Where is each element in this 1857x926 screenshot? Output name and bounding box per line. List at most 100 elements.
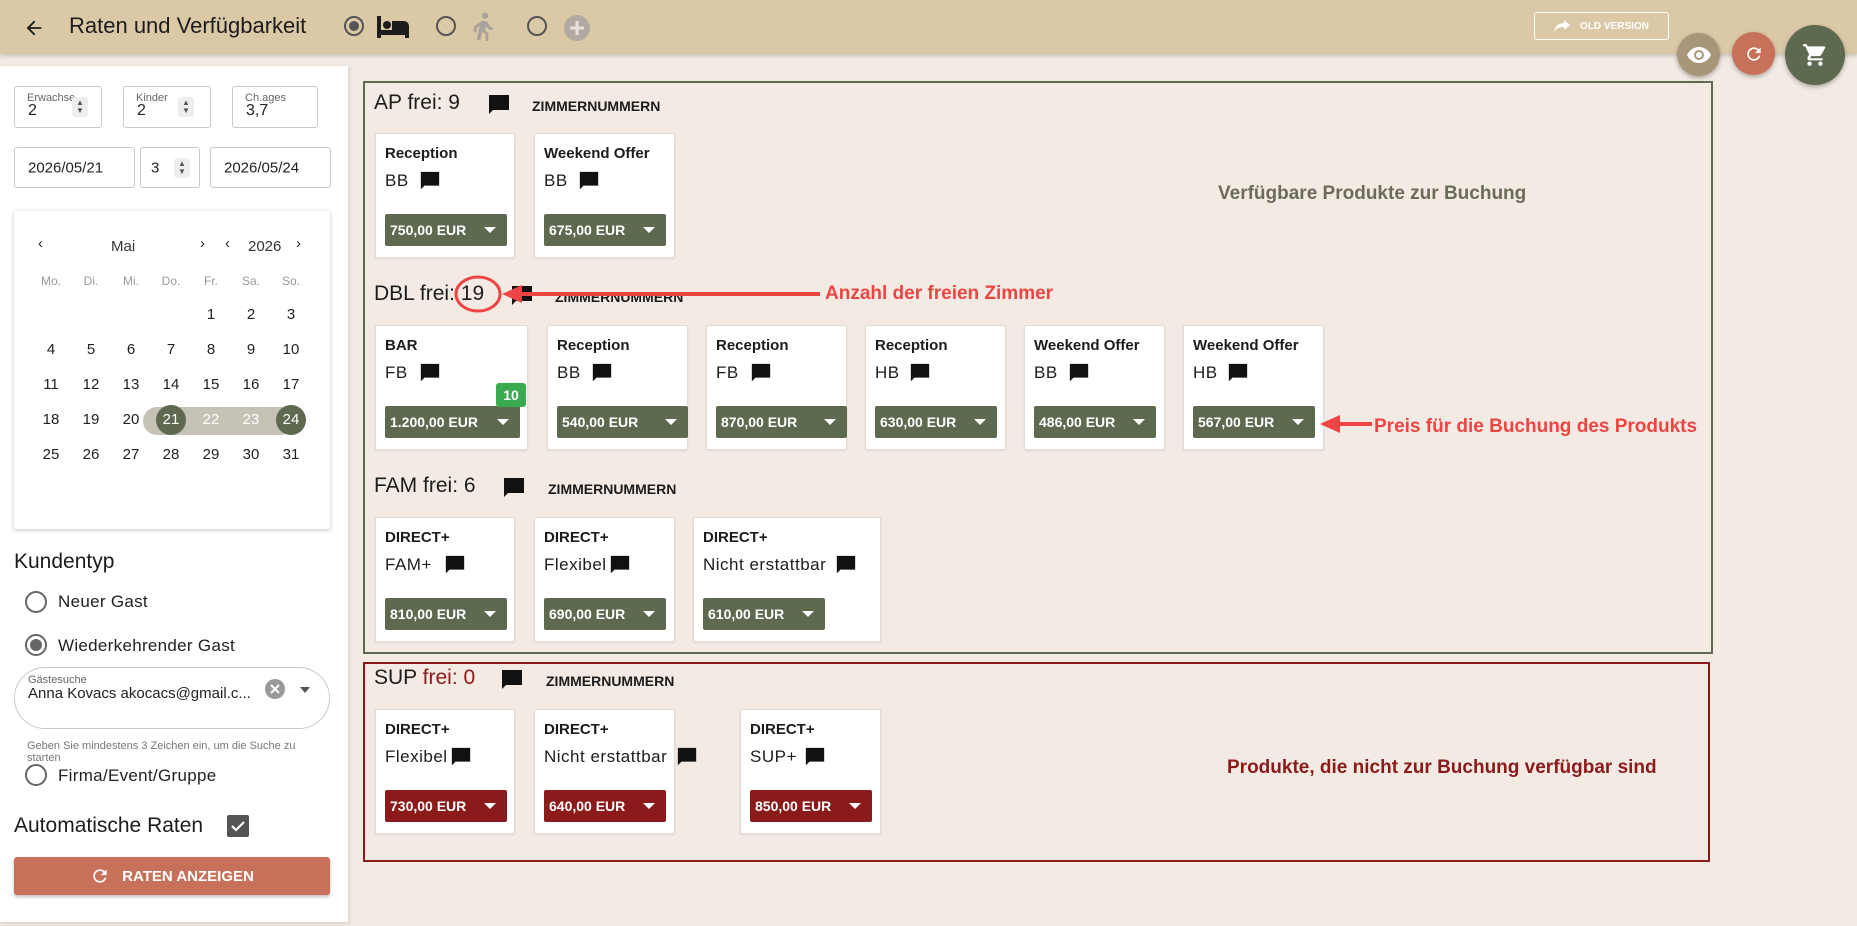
price-dropdown-button[interactable]: 810,00 EUR (385, 598, 507, 630)
calendar-day[interactable]: 25 (36, 440, 66, 470)
message-icon[interactable] (502, 476, 526, 505)
calendar-day[interactable]: 21 (156, 405, 186, 435)
product-card: BAR FB 1.200,00 EUR 10 (375, 325, 528, 450)
calendar-day[interactable]: 23 (236, 405, 266, 435)
guest-search-input[interactable]: Gästesuche Anna Kovacs akocacs@gmail.c..… (14, 667, 330, 729)
calendar-day[interactable]: 3 (276, 300, 306, 330)
board-plan: HB (875, 363, 900, 382)
cart-button[interactable] (1785, 25, 1845, 85)
room-numbers-link[interactable]: ZIMMERNUMMERN (548, 481, 676, 497)
message-icon[interactable] (578, 170, 600, 197)
message-icon[interactable] (1227, 362, 1249, 389)
nights-stepper[interactable]: ▲ ▼ (174, 158, 190, 178)
adults-field[interactable]: Erwachse... 2 ▲ ▼ (14, 86, 102, 128)
mode-radio-activities[interactable] (436, 16, 456, 36)
auto-rates-checkbox[interactable] (227, 815, 249, 837)
price-dropdown-button[interactable]: 567,00 EUR (1193, 406, 1315, 438)
room-numbers-link[interactable]: ZIMMERNUMMERN (555, 289, 683, 305)
prev-month-button[interactable]: ‹ (38, 235, 43, 252)
calendar-day[interactable]: 11 (36, 370, 66, 400)
price-dropdown-button[interactable]: 730,00 EUR (385, 790, 507, 822)
calendar-day[interactable]: 18 (36, 405, 66, 435)
calendar-day[interactable]: 15 (196, 370, 226, 400)
price-dropdown-button[interactable]: 630,00 EUR (875, 406, 997, 438)
message-icon[interactable] (450, 746, 472, 773)
message-icon[interactable] (804, 746, 826, 773)
departure-date-field[interactable]: 2026/05/24 (210, 147, 331, 188)
price-dropdown-button[interactable]: 850,00 EUR (750, 790, 872, 822)
calendar-day[interactable]: 26 (76, 440, 106, 470)
price-dropdown-button[interactable]: 486,00 EUR (1034, 406, 1156, 438)
nights-field[interactable]: 3 ▲ ▼ (140, 147, 200, 188)
preview-button[interactable] (1677, 33, 1720, 76)
calendar-day[interactable]: 31 (276, 440, 306, 470)
price-dropdown-button[interactable]: 610,00 EUR (703, 598, 825, 630)
rate-name: DIRECT+ (544, 721, 609, 738)
refresh-button[interactable] (1732, 32, 1775, 75)
old-version-button[interactable]: OLD VERSION (1534, 12, 1669, 40)
message-icon[interactable] (591, 362, 613, 389)
back-button[interactable] (18, 12, 50, 44)
dropdown-caret-icon[interactable] (300, 687, 310, 693)
calendar-day[interactable]: 9 (236, 335, 266, 365)
company-radio[interactable] (25, 764, 47, 786)
calendar-day[interactable]: 16 (236, 370, 266, 400)
price-dropdown-button[interactable]: 540,00 EUR (557, 406, 688, 438)
room-numbers-link[interactable]: ZIMMERNUMMERN (532, 98, 660, 114)
returning-guest-radio[interactable] (25, 634, 47, 656)
room-numbers-link[interactable]: ZIMMERNUMMERN (546, 673, 674, 689)
message-icon[interactable] (835, 554, 857, 581)
calendar-day[interactable]: 13 (116, 370, 146, 400)
calendar-day[interactable]: 22 (196, 405, 226, 435)
child-ages-field[interactable]: Ch.ages 3,7 (232, 86, 318, 128)
calendar-day[interactable]: 29 (196, 440, 226, 470)
calendar-day[interactable]: 10 (276, 335, 306, 365)
calendar-day[interactable]: 2 (236, 300, 266, 330)
calendar-day[interactable]: 28 (156, 440, 186, 470)
calendar-day[interactable]: 4 (36, 335, 66, 365)
calendar-day[interactable]: 17 (276, 370, 306, 400)
calendar-day[interactable]: 1 (196, 300, 226, 330)
calendar-day[interactable]: 14 (156, 370, 186, 400)
message-icon[interactable] (500, 668, 524, 697)
prev-year-button[interactable]: ‹ (225, 235, 230, 252)
next-month-button[interactable]: › (200, 235, 205, 252)
mode-radio-rooms[interactable] (344, 16, 364, 36)
message-icon[interactable] (676, 746, 698, 773)
message-icon[interactable] (444, 554, 466, 581)
new-guest-radio[interactable] (25, 591, 47, 613)
price-dropdown-button[interactable]: 870,00 EUR (716, 406, 847, 438)
calendar-day[interactable]: 5 (76, 335, 106, 365)
calendar-day[interactable]: 8 (196, 335, 226, 365)
price-dropdown-button[interactable]: 640,00 EUR (544, 790, 666, 822)
message-icon[interactable] (1068, 362, 1090, 389)
calendar-day[interactable]: 19 (76, 405, 106, 435)
mode-radio-extras[interactable] (527, 16, 547, 36)
calendar-day[interactable]: 6 (116, 335, 146, 365)
message-icon[interactable] (419, 362, 441, 389)
price-dropdown-button[interactable]: 1.200,00 EUR (385, 406, 520, 438)
calendar-day[interactable]: 20 (116, 405, 146, 435)
next-year-button[interactable]: › (296, 235, 301, 252)
message-icon[interactable] (750, 362, 772, 389)
children-field[interactable]: Kinder 2 ▲ ▼ (123, 86, 211, 128)
message-icon[interactable] (487, 93, 511, 122)
calendar-day[interactable]: 30 (236, 440, 266, 470)
calendar-day[interactable]: 7 (156, 335, 186, 365)
calendar-day[interactable]: 24 (276, 405, 306, 435)
calendar-day[interactable]: 27 (116, 440, 146, 470)
rate-name: Reception (385, 145, 458, 162)
message-icon[interactable] (909, 362, 931, 389)
show-rates-button[interactable]: RATEN ANZEIGEN (14, 857, 330, 895)
price-dropdown-button[interactable]: 750,00 EUR (385, 214, 507, 246)
adults-stepper[interactable]: ▲ ▼ (72, 97, 88, 117)
calendar-day[interactable]: 12 (76, 370, 106, 400)
children-stepper[interactable]: ▲ ▼ (178, 97, 194, 117)
price-dropdown-button[interactable]: 690,00 EUR (544, 598, 666, 630)
arrival-date-field[interactable]: 2026/05/21 (14, 147, 135, 188)
price-dropdown-button[interactable]: 675,00 EUR (544, 214, 666, 246)
message-icon[interactable] (510, 284, 534, 313)
clear-icon[interactable] (264, 678, 286, 700)
message-icon[interactable] (419, 170, 441, 197)
message-icon[interactable] (609, 554, 631, 581)
